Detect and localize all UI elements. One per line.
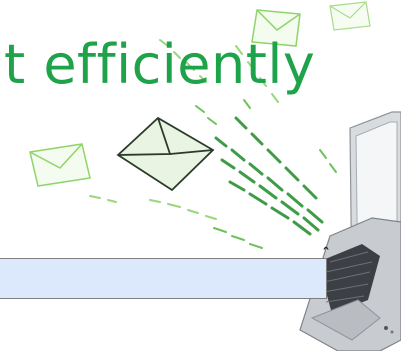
envelope-icon	[329, 1, 371, 31]
rotate-handle-icon[interactable]: ˆ	[318, 246, 334, 262]
slide-textbox[interactable]	[0, 258, 327, 299]
slide-headline: t efficiently	[0, 30, 401, 100]
envelope-icon	[29, 143, 91, 187]
headline-text: t efficiently	[4, 33, 316, 96]
envelope-icon	[116, 116, 215, 192]
laptop-icon	[299, 111, 401, 351]
